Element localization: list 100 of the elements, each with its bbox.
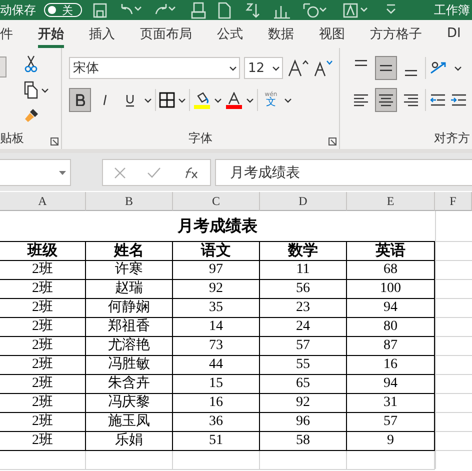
lines-icon xyxy=(377,92,395,108)
table-cell: 许寒 xyxy=(86,261,173,280)
caret-icon[interactable] xyxy=(144,98,152,102)
table-cell: 87 xyxy=(347,337,435,356)
table-cell: 2班 xyxy=(0,318,86,337)
insert-function-icon[interactable] xyxy=(183,166,200,178)
table-cell: 2班 xyxy=(0,261,86,280)
caret-icon[interactable] xyxy=(229,66,237,70)
table-cell: 24 xyxy=(260,318,347,337)
table-cell: 96 xyxy=(260,413,347,432)
autosave-label: 动保存 xyxy=(0,2,36,18)
table-cell: 施玉凤 xyxy=(86,413,173,432)
table-cell: 94 xyxy=(347,375,435,394)
ribbon-tab[interactable]: 方方格子 xyxy=(370,22,422,48)
bold-icon xyxy=(75,94,85,106)
shapes-icon[interactable] xyxy=(302,2,328,18)
column-header[interactable]: A xyxy=(0,192,86,211)
table-cell: 冯庆黎 xyxy=(86,394,173,413)
table-cell: 68 xyxy=(347,261,435,280)
table-cell: 16 xyxy=(173,394,260,413)
table-cell: 44 xyxy=(173,356,260,375)
table-cell: 73 xyxy=(173,337,260,356)
dialog-launcher-icon[interactable] xyxy=(328,137,337,146)
table-cell: 58 xyxy=(260,432,347,451)
borders-icon[interactable] xyxy=(159,92,175,108)
column-header[interactable]: C xyxy=(173,192,260,211)
caret-icon[interactable] xyxy=(41,88,49,92)
font-color-button[interactable] xyxy=(225,92,243,108)
lines-icon xyxy=(354,60,368,66)
fill-color-button[interactable] xyxy=(193,92,211,108)
caret-icon[interactable] xyxy=(178,98,186,102)
text-box-icon[interactable] xyxy=(342,2,368,18)
table-cell: 31 xyxy=(347,394,435,413)
print-preview-icon[interactable] xyxy=(190,2,206,18)
underline-icon xyxy=(125,94,135,106)
table-cell: 2班 xyxy=(0,432,86,451)
ribbon-tab[interactable]: 件 xyxy=(0,22,13,48)
empty-cell xyxy=(435,242,472,261)
lines-icon xyxy=(379,65,393,71)
table-cell: 97 xyxy=(173,261,260,280)
bold-button[interactable] xyxy=(69,88,91,112)
table-cell: 55 xyxy=(260,356,347,375)
caret-icon[interactable] xyxy=(284,98,292,102)
formula-input[interactable]: 月考成绩表 xyxy=(215,159,472,186)
font-size-field[interactable]: 12 xyxy=(244,57,283,79)
empty-cell xyxy=(435,318,472,337)
empty-cell xyxy=(435,261,472,280)
ribbon-tab[interactable]: 插入 xyxy=(89,22,115,48)
letter-a-icon xyxy=(226,92,242,104)
caret-icon[interactable] xyxy=(454,66,462,70)
table-cell: 2班 xyxy=(0,299,86,318)
empty-cell xyxy=(435,211,472,242)
column-heading: 班级 xyxy=(0,242,86,261)
column-heading: 数学 xyxy=(260,242,347,261)
center-button[interactable] xyxy=(375,88,397,112)
ribbon-tab[interactable]: 公式 xyxy=(217,22,243,48)
empty-cell xyxy=(435,356,472,375)
increase-indent-icon[interactable] xyxy=(450,93,468,107)
middle-align-button[interactable] xyxy=(375,56,397,80)
dialog-launcher-icon[interactable] xyxy=(50,137,59,146)
copy-icon[interactable] xyxy=(24,81,38,99)
font-name-field[interactable]: 宋体 xyxy=(69,57,240,79)
paint-bucket-icon xyxy=(194,92,210,104)
empty-cell xyxy=(435,432,472,451)
caret-icon[interactable] xyxy=(214,98,222,102)
autosave-toggle[interactable]: 关 xyxy=(44,3,82,17)
column-heading: 英语 xyxy=(347,242,435,261)
group-label: 贴板 xyxy=(0,130,24,147)
table-cell: 9 xyxy=(347,432,435,451)
table-cell: 朱含卉 xyxy=(86,375,173,394)
lines-icon xyxy=(402,92,420,108)
lines-icon xyxy=(404,70,418,76)
increase-font-size-icon[interactable] xyxy=(287,59,309,77)
column-header[interactable]: F xyxy=(435,192,472,211)
caret-icon[interactable] xyxy=(272,66,280,70)
column-header[interactable]: B xyxy=(86,192,173,211)
save-icon[interactable] xyxy=(92,2,108,18)
table-cell: 尤溶艳 xyxy=(86,337,173,356)
empty-cell xyxy=(435,299,472,318)
ribbon-tab[interactable]: 数据 xyxy=(268,22,294,48)
ribbon-tab[interactable]: 视图 xyxy=(319,22,345,48)
column-heading: 语文 xyxy=(173,242,260,261)
decrease-font-size-icon[interactable] xyxy=(313,59,333,77)
table-cell: 14 xyxy=(173,318,260,337)
decrease-indent-icon[interactable] xyxy=(429,93,447,107)
caret-icon[interactable] xyxy=(246,98,254,102)
scissors-icon[interactable] xyxy=(24,55,38,73)
column-header[interactable]: D xyxy=(260,192,347,211)
table-cell: 100 xyxy=(347,280,435,299)
table-cell: 92 xyxy=(260,394,347,413)
table-cell: 36 xyxy=(173,413,260,432)
format-painter-icon[interactable] xyxy=(24,107,40,123)
ribbon-tab[interactable]: DI xyxy=(447,22,461,48)
new-page-icon[interactable] xyxy=(216,2,232,18)
column-header[interactable]: E xyxy=(347,192,435,211)
table-cell: 2班 xyxy=(0,375,86,394)
ribbon-tab[interactable]: 页面布局 xyxy=(140,22,192,48)
table-cell: 2班 xyxy=(0,394,86,413)
table-cell: 16 xyxy=(347,356,435,375)
sort-icon[interactable] xyxy=(244,2,262,18)
